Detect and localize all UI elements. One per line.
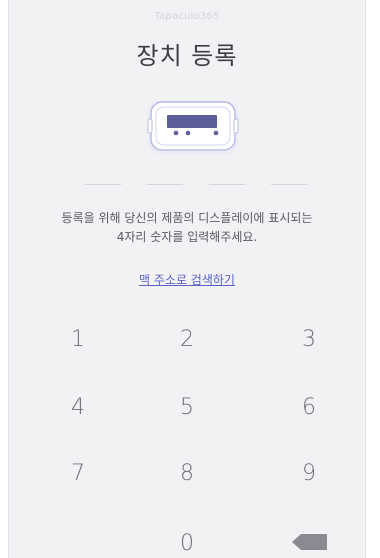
pin-entry[interactable] (85, 184, 307, 186)
pin-slot-2 (147, 184, 183, 185)
instructions-line-2: 4자리 숫자를 입력해주세요. (116, 230, 258, 244)
search-by-mac-link[interactable]: 맥 주소로 검색하기 (9, 271, 365, 288)
key-5[interactable]: 5 (152, 386, 222, 430)
pin-slot-4 (271, 184, 307, 185)
device-icon (147, 100, 239, 154)
instructions-line-1: 등록을 위해 당신의 제품의 디스플레이에 표시되는 (61, 211, 313, 225)
key-3[interactable]: 3 (274, 318, 344, 362)
pin-slot-1 (85, 184, 121, 185)
key-8[interactable]: 8 (152, 452, 222, 496)
key-2[interactable]: 2 (152, 318, 222, 362)
key-0[interactable]: 0 (152, 522, 222, 558)
key-1[interactable]: 1 (43, 318, 113, 362)
brand-label: Tapaculo365 (154, 11, 220, 22)
key-7[interactable]: 7 (43, 452, 113, 496)
pin-slot-3 (209, 184, 245, 185)
key-9[interactable]: 9 (274, 452, 344, 496)
key-4[interactable]: 4 (43, 386, 113, 430)
key-6[interactable]: 6 (274, 386, 344, 430)
backspace-icon (292, 534, 327, 550)
registration-screen: Tapaculo365 장치 등록 등록을 위해 당신의 제품의 디스플레이에 … (8, 0, 366, 558)
device-illustration (147, 97, 239, 155)
instructions-text: 등록을 위해 당신의 제품의 디스플레이에 표시되는 4자리 숫자를 입력해주세… (9, 209, 365, 247)
page-title: 장치 등록 (136, 42, 238, 70)
backspace-button[interactable] (291, 533, 329, 551)
